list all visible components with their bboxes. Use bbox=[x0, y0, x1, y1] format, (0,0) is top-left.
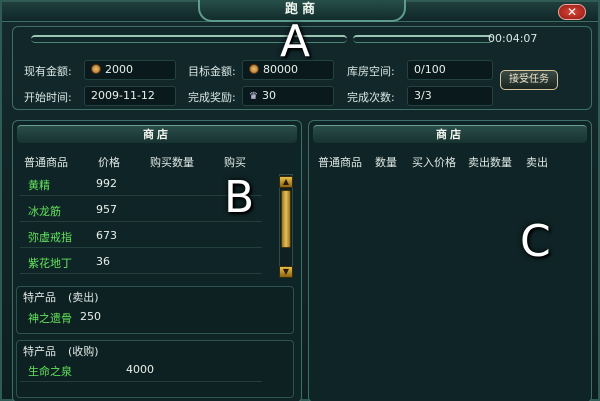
scrollbar-thumb[interactable] bbox=[281, 190, 291, 248]
completions-field: 3/3 bbox=[407, 86, 493, 106]
trade-window: 跑商 ✕ 00:04:07 现有金额: 2000 目标金额: 80000 库房空… bbox=[0, 0, 600, 401]
shop-item-row[interactable]: 紫花地丁 36 bbox=[20, 252, 262, 274]
shop-item-row[interactable]: 弥虚戒指 673 bbox=[20, 226, 262, 248]
start-time-label: 开始时间: bbox=[24, 91, 72, 104]
special-sell-row[interactable]: 神之遗骨 250 bbox=[20, 307, 262, 329]
item-price: 673 bbox=[96, 229, 117, 242]
column-header-goods: 普通商品 bbox=[318, 156, 362, 169]
overlay-letter-b: B bbox=[224, 172, 255, 223]
item-price: 36 bbox=[96, 255, 110, 268]
column-header-sell: 卖出 bbox=[526, 156, 548, 169]
item-name: 冰龙筋 bbox=[28, 205, 61, 218]
crown-icon: ♛ bbox=[249, 91, 258, 102]
decorative-divider bbox=[353, 35, 493, 43]
special-sell-label: 特产品 bbox=[23, 291, 56, 304]
overlay-letter-a: A bbox=[280, 16, 311, 67]
close-button[interactable]: ✕ bbox=[558, 4, 586, 20]
column-header-buy-price: 买入价格 bbox=[412, 156, 456, 169]
item-name: 神之遗骨 bbox=[28, 312, 72, 325]
column-header-buy: 购买 bbox=[224, 156, 246, 169]
item-name: 紫花地丁 bbox=[28, 257, 72, 270]
current-gold-field: 2000 bbox=[84, 60, 176, 80]
item-price: 4000 bbox=[126, 363, 154, 376]
reward-field: ♛ 30 bbox=[242, 86, 334, 106]
item-name: 弥虚戒指 bbox=[28, 231, 72, 244]
target-gold-label: 目标金额: bbox=[188, 65, 236, 78]
special-buy-title: 特产品 (收购) bbox=[23, 343, 99, 359]
storage-field: 0/100 bbox=[407, 60, 493, 80]
countdown-timer: 00:04:07 bbox=[488, 32, 538, 45]
column-header-buy-qty: 购买数量 bbox=[150, 156, 194, 169]
right-shop-title: 商店 bbox=[313, 125, 587, 143]
start-time-field: 2009-11-12 bbox=[84, 86, 176, 106]
special-buy-tag: (收购) bbox=[68, 345, 99, 358]
reward-value: 30 bbox=[261, 89, 276, 102]
column-header-sell-qty: 卖出数量 bbox=[468, 156, 512, 169]
left-shop-title: 商店 bbox=[17, 125, 297, 143]
storage-label: 库房空间: bbox=[347, 65, 395, 78]
column-header-price: 价格 bbox=[98, 156, 120, 169]
item-name: 生命之泉 bbox=[28, 365, 72, 378]
item-price: 992 bbox=[96, 177, 117, 190]
item-price: 957 bbox=[96, 203, 117, 216]
special-buy-row[interactable]: 生命之泉 4000 bbox=[20, 360, 262, 382]
special-sell-title: 特产品 (卖出) bbox=[23, 289, 99, 305]
scroll-down-icon[interactable]: ▼ bbox=[279, 266, 293, 278]
special-sell-tag: (卖出) bbox=[68, 291, 99, 304]
item-price: 250 bbox=[80, 310, 101, 323]
overlay-letter-c: C bbox=[520, 216, 551, 267]
scroll-up-icon[interactable]: ▲ bbox=[279, 176, 293, 188]
column-header-quantity: 数量 bbox=[375, 156, 397, 169]
current-gold-value: 2000 bbox=[105, 63, 133, 76]
completions-label: 完成次数: bbox=[347, 91, 395, 104]
reward-label: 完成奖励: bbox=[188, 91, 236, 104]
special-buy-label: 特产品 bbox=[23, 345, 56, 358]
coin-icon bbox=[249, 64, 259, 74]
accept-task-button[interactable]: 接受任务 bbox=[500, 70, 558, 90]
coin-icon bbox=[91, 64, 101, 74]
item-name: 黄精 bbox=[28, 179, 50, 192]
column-header-goods: 普通商品 bbox=[24, 156, 68, 169]
current-gold-label: 现有金额: bbox=[24, 65, 72, 78]
